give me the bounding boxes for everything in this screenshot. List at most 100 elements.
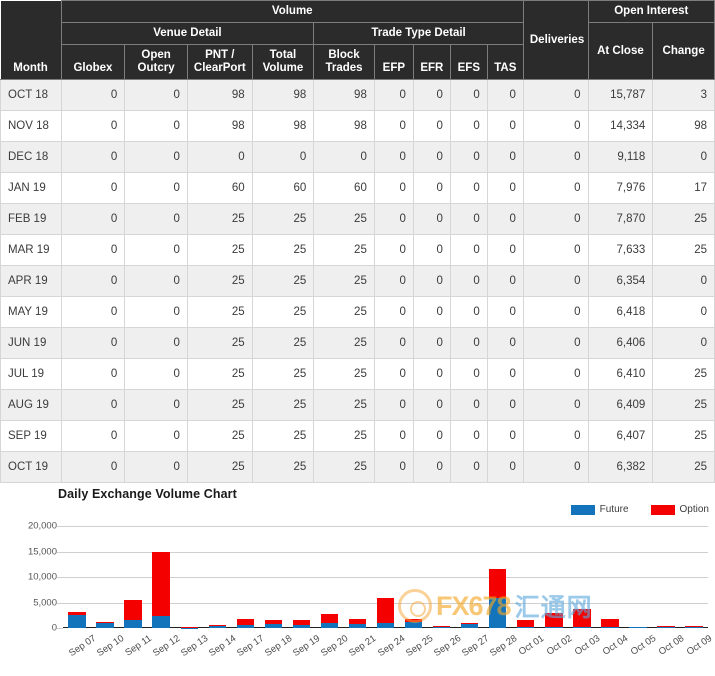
- cell-block-trades: 25: [313, 203, 375, 235]
- legend-item-future[interactable]: Future: [570, 504, 629, 515]
- chart-bar[interactable]: [456, 526, 484, 628]
- cell-efs: 0: [449, 141, 488, 173]
- chart-bar[interactable]: [287, 526, 315, 628]
- cell-tas: 0: [486, 141, 524, 173]
- header-pnt-clearport[interactable]: PNT / ClearPort: [186, 44, 253, 80]
- header-total-volume[interactable]: Total Volume: [251, 44, 315, 80]
- chart-bar[interactable]: [624, 526, 652, 628]
- table-row: MAR 19 0 0 25 25 25 0 0 0 0 0 7,633 25: [0, 234, 715, 266]
- chart-x-label: Oct 09: [684, 633, 715, 658]
- chart-bar[interactable]: [203, 526, 231, 628]
- cell-globex: 0: [60, 327, 126, 359]
- cell-change: 0: [652, 327, 715, 359]
- chart-y-tick-label: 5,000: [33, 597, 57, 608]
- chart-bar-segment-future: [432, 626, 451, 628]
- cell-change: 0: [652, 265, 715, 297]
- cell-total-volume: 25: [251, 296, 315, 328]
- chart-bar[interactable]: [512, 526, 540, 628]
- cell-efs: 0: [449, 327, 488, 359]
- cell-block-trades: 25: [313, 420, 375, 452]
- chart-bar[interactable]: [231, 526, 259, 628]
- cell-efr: 0: [412, 110, 451, 142]
- cell-block-trades: 98: [313, 110, 375, 142]
- cell-pnt-clearport: 25: [186, 203, 253, 235]
- chart-x-label-slot: Sep 19: [287, 630, 322, 670]
- cell-globex: 0: [60, 141, 126, 173]
- cell-block-trades: 0: [313, 141, 375, 173]
- legend-label-future: Future: [599, 504, 629, 515]
- chart-bar-segment-future: [517, 626, 535, 628]
- cell-change: 25: [652, 203, 715, 235]
- cell-tas: 0: [486, 296, 524, 328]
- header-open-outcry[interactable]: Open Outcry: [124, 44, 188, 80]
- cell-globex: 0: [60, 296, 126, 328]
- cell-globex: 0: [60, 265, 126, 297]
- chart-bar[interactable]: [147, 526, 175, 628]
- legend-item-option[interactable]: Option: [650, 504, 709, 515]
- chart-bar[interactable]: [119, 526, 147, 628]
- chart-bar[interactable]: [91, 526, 119, 628]
- table-row: APR 19 0 0 25 25 25 0 0 0 0 0 6,354 0: [0, 265, 715, 297]
- cell-pnt-clearport: 25: [186, 389, 253, 421]
- cell-deliveries: 0: [522, 296, 589, 328]
- chart-x-label-slot: Sep 18: [259, 630, 294, 670]
- table-row: DEC 18 0 0 0 0 0 0 0 0 0 0 9,118 0: [0, 141, 715, 173]
- cell-month: OCT 19: [0, 451, 62, 483]
- cell-efs: 0: [449, 296, 488, 328]
- chart-bar-segment-future: [124, 619, 142, 628]
- header-block-trades-line1: Block: [328, 49, 360, 61]
- header-efr[interactable]: EFR: [412, 44, 451, 80]
- cell-total-volume: 25: [251, 265, 315, 297]
- chart-bar-segment-future: [573, 626, 591, 628]
- cell-pnt-clearport: 25: [186, 234, 253, 266]
- chart-bar[interactable]: [568, 526, 596, 628]
- chart-bar[interactable]: [400, 526, 428, 628]
- cell-at-close: 6,418: [587, 296, 654, 328]
- header-block-trades[interactable]: Block Trades: [313, 44, 375, 80]
- chart-y-tick-label: 10,000: [27, 571, 57, 583]
- cell-pnt-clearport: 25: [186, 296, 253, 328]
- cell-efs: 0: [449, 79, 488, 111]
- chart-bar[interactable]: [343, 526, 371, 628]
- chart-bar[interactable]: [259, 526, 287, 628]
- header-group-volume: Volume: [60, 0, 524, 23]
- chart-bars: [63, 526, 708, 628]
- header-change[interactable]: Change: [652, 22, 715, 80]
- chart-bar[interactable]: [484, 526, 512, 628]
- header-efp[interactable]: EFP: [373, 44, 414, 80]
- cell-month: MAY 19: [0, 296, 62, 328]
- cell-month: DEC 18: [0, 141, 62, 173]
- chart-bar[interactable]: [372, 526, 400, 628]
- header-globex[interactable]: Globex: [60, 44, 126, 80]
- header-block-trades-line2: Trades: [325, 62, 363, 74]
- cell-month: JUL 19: [0, 358, 62, 390]
- chart-bar[interactable]: [680, 526, 708, 628]
- cell-pnt-clearport: 25: [186, 265, 253, 297]
- header-deliveries[interactable]: Deliveries: [522, 0, 589, 80]
- header-efs[interactable]: EFS: [449, 44, 488, 80]
- cell-at-close: 7,976: [587, 172, 654, 204]
- chart-bar[interactable]: [63, 526, 91, 628]
- header-at-close[interactable]: At Close: [587, 22, 654, 80]
- chart-bar[interactable]: [175, 526, 203, 628]
- cell-total-volume: 25: [251, 389, 315, 421]
- legend-swatch-future: [570, 504, 595, 515]
- header-month[interactable]: Month: [0, 0, 62, 80]
- chart-bar[interactable]: [652, 526, 680, 628]
- legend-label-option: Option: [679, 504, 709, 515]
- chart-x-axis-labels: Sep 07 Sep 10 Sep 11 Sep 12 Sep 13 Sep 14 Sep …: [63, 630, 714, 670]
- chart-bar[interactable]: [428, 526, 456, 628]
- cell-globex: 0: [60, 234, 126, 266]
- cell-efr: 0: [412, 327, 451, 359]
- chart-x-label-slot: Sep 12: [147, 630, 182, 670]
- chart-bar[interactable]: [315, 526, 343, 628]
- chart-bar[interactable]: [540, 526, 568, 628]
- header-tas[interactable]: TAS: [486, 44, 524, 80]
- cell-efs: 0: [449, 389, 488, 421]
- chart-bar-segment-option: [376, 597, 395, 624]
- cell-block-trades: 25: [313, 234, 375, 266]
- cell-change: 0: [652, 141, 715, 173]
- cell-efr: 0: [412, 203, 451, 235]
- cell-deliveries: 0: [522, 79, 589, 111]
- chart-bar[interactable]: [596, 526, 624, 628]
